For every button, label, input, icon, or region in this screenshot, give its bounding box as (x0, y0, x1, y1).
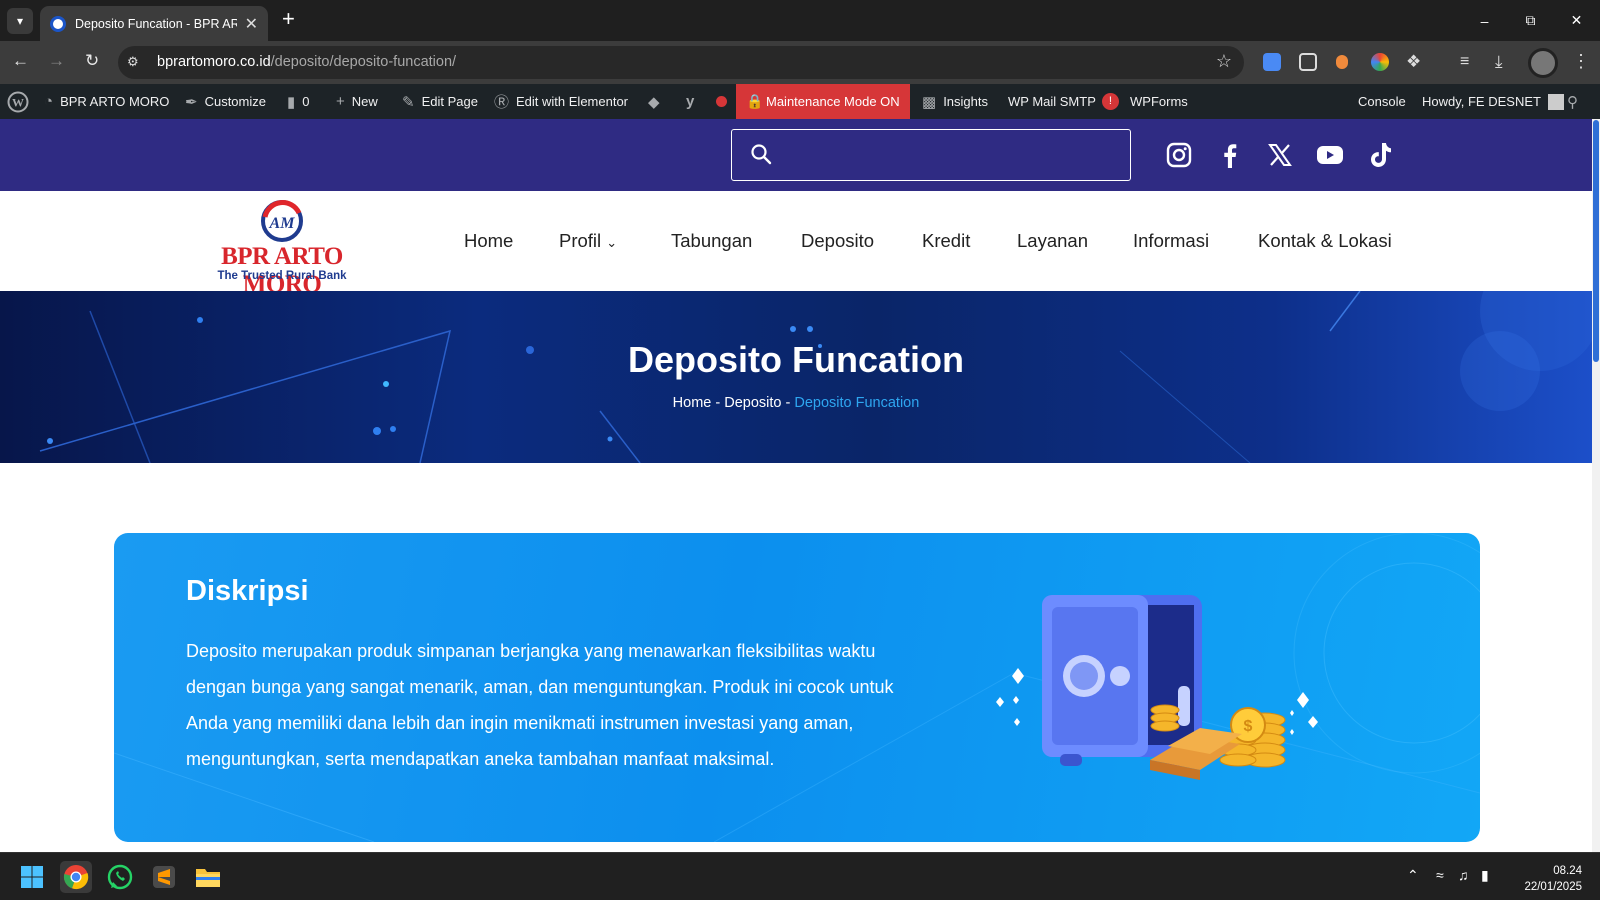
file-explorer-taskbar-icon[interactable] (192, 861, 224, 893)
address-bar[interactable]: ⚙ bprartomoro.co.id/deposito/deposito-fu… (118, 46, 1244, 79)
bookmark-star-icon[interactable]: ☆ (1216, 51, 1232, 72)
wp-insights[interactable]: ▩ Insights (922, 84, 988, 119)
wp-admin-bar: W ◔ BPR ARTO MORO ✒ Customize ▮ 0 + New ✎ Edi… (0, 84, 1600, 119)
reload-icon[interactable]: ↻ (85, 51, 99, 71)
new-tab-button[interactable]: + (282, 6, 295, 32)
alert-badge: ! (1101, 93, 1119, 110)
pencil-icon: ✎ (402, 93, 415, 111)
site-logo[interactable]: AM BPR ARTO MORO The Trusted Rural Bank (182, 200, 382, 298)
page-title: Deposito Funcation (628, 339, 964, 380)
logo-tagline: The Trusted Rural Bank (217, 270, 347, 282)
wp-wpforms[interactable]: WPForms (1130, 84, 1188, 119)
clock-time: 08.24 (1553, 865, 1582, 877)
wordpress-logo-icon[interactable]: W (7, 84, 29, 119)
sublime-text-taskbar-icon[interactable] (148, 861, 180, 893)
forward-icon[interactable]: → (48, 51, 65, 71)
svg-text:AM: AM (269, 215, 296, 232)
close-tab-icon[interactable]: ✕ (245, 14, 258, 34)
site-search-input[interactable] (731, 129, 1131, 181)
profile-avatar[interactable] (1528, 48, 1558, 78)
breadcrumb: Home - Deposito - Deposito Funcation (672, 395, 920, 411)
plus-icon: + (336, 93, 345, 110)
x-icon[interactable] (1266, 141, 1294, 169)
search-icon (751, 144, 772, 165)
close-window-button[interactable]: ✕ (1554, 0, 1599, 41)
windows-start-icon[interactable] (16, 861, 48, 893)
wp-account[interactable]: Howdy, FE DESNET (1422, 84, 1564, 119)
breadcrumb-deposito[interactable]: Deposito (724, 395, 781, 411)
browser-tab[interactable]: Deposito Funcation - BPR ARTO MORO ✕ (40, 6, 268, 41)
brush-icon: ✒ (185, 93, 198, 111)
diamond-plugin-icon[interactable]: ◆ (648, 84, 660, 119)
back-icon[interactable]: ← (12, 51, 29, 71)
extension-window-icon[interactable] (1299, 53, 1317, 71)
yoast-icon[interactable]: y (686, 84, 694, 119)
browser-menu-icon[interactable]: ⋮ (1572, 51, 1590, 72)
clock-date: 22/01/2025 (1524, 881, 1582, 893)
comment-icon: ▮ (287, 93, 296, 111)
wp-edit-elementor[interactable]: Ⓡ Edit with Elementor (494, 84, 628, 119)
tray-overflow-icon[interactable]: ⌃ (1407, 867, 1419, 884)
windows-taskbar: ⌃ ≈ ♫ ▮ 08.24 22/01/2025 (0, 852, 1600, 900)
nav-deposito[interactable]: Deposito (801, 230, 874, 252)
tab-title: Deposito Funcation - BPR ARTO MORO (75, 16, 237, 31)
bar-chart-icon: ▩ (922, 93, 937, 111)
wp-edit-page[interactable]: ✎ Edit Page (402, 84, 478, 119)
wp-comments[interactable]: ▮ 0 (287, 84, 310, 119)
restore-window-button[interactable]: ⧉ (1508, 0, 1553, 41)
wp-search-icon[interactable]: ⚲ (1567, 84, 1578, 119)
wp-customize[interactable]: ✒ Customize (185, 84, 266, 119)
chrome-taskbar-icon[interactable] (60, 861, 92, 893)
elementor-icon: Ⓡ (494, 94, 510, 111)
description-text: Deposito merupakan produk simpanan berja… (186, 641, 894, 769)
tiktok-icon[interactable] (1367, 141, 1395, 169)
tab-search-button[interactable]: ▾ (7, 8, 33, 34)
battery-icon[interactable]: ▮ (1481, 867, 1489, 884)
status-dot-icon[interactable] (716, 84, 727, 119)
volume-icon[interactable]: ♫ (1458, 867, 1469, 883)
extension-color-icon[interactable] (1371, 53, 1389, 71)
breadcrumb-current: Deposito Funcation (794, 395, 920, 411)
wp-console[interactable]: Console (1358, 84, 1406, 119)
extensions-puzzle-icon[interactable]: ❖ (1406, 53, 1424, 71)
svg-text:W: W (12, 95, 24, 109)
wifi-icon[interactable]: ≈ (1436, 867, 1444, 883)
chevron-down-icon: ⌄ (606, 235, 618, 250)
youtube-icon[interactable] (1316, 141, 1344, 169)
extension-docs-icon[interactable] (1263, 53, 1281, 71)
maintenance-mode-toggle[interactable]: 🔒 Maintenance Mode ON (736, 84, 910, 119)
download-icon[interactable]: ⤓ (1495, 53, 1513, 71)
lock-icon: 🔒 (746, 93, 764, 109)
dashboard-icon: ◔ (44, 93, 54, 110)
description-heading: Diskripsi (186, 575, 309, 607)
url-text[interactable]: bprartomoro.co.id/deposito/deposito-func… (157, 54, 456, 70)
page-scrollbar-thumb[interactable] (1593, 120, 1599, 362)
site-favicon-icon (50, 15, 66, 32)
browser-tab-bar: ▾ Deposito Funcation - BPR ARTO MORO ✕ +… (0, 0, 1600, 41)
whatsapp-taskbar-icon[interactable] (104, 861, 136, 893)
instagram-icon[interactable] (1165, 141, 1193, 169)
wp-mail-smtp[interactable]: WP Mail SMTP! (1008, 84, 1119, 119)
safe-with-gold-illustration: $ (996, 595, 1318, 780)
wp-site-name[interactable]: ◔ BPR ARTO MORO (44, 84, 169, 119)
facebook-icon[interactable] (1216, 141, 1244, 169)
nav-profil[interactable]: Profil ⌄ (559, 230, 617, 252)
extension-flame-icon[interactable] (1336, 55, 1348, 69)
system-clock[interactable]: 08.24 22/01/2025 (1524, 863, 1582, 895)
svg-text:$: $ (1244, 718, 1253, 735)
nav-home[interactable]: Home (464, 230, 513, 252)
nav-kredit[interactable]: Kredit (922, 230, 970, 252)
user-avatar (1547, 93, 1564, 110)
nav-informasi[interactable]: Informasi (1133, 230, 1209, 252)
media-controls-icon[interactable]: ≡ (1460, 53, 1478, 71)
breadcrumb-home[interactable]: Home (673, 395, 712, 411)
nav-tabungan[interactable]: Tabungan (671, 230, 752, 252)
site-info-icon[interactable]: ⚙ (127, 54, 144, 71)
wp-new[interactable]: + New (336, 84, 378, 119)
nav-kontak-lokasi[interactable]: Kontak & Lokasi (1258, 230, 1392, 252)
browser-toolbar: ← → ↻ ⚙ bprartomoro.co.id/deposito/depos… (0, 41, 1600, 84)
minimize-window-button[interactable]: – (1462, 0, 1507, 41)
nav-layanan[interactable]: Layanan (1017, 230, 1088, 252)
hero-banner: Deposito Funcation Home - Deposito - Dep… (0, 291, 1592, 463)
